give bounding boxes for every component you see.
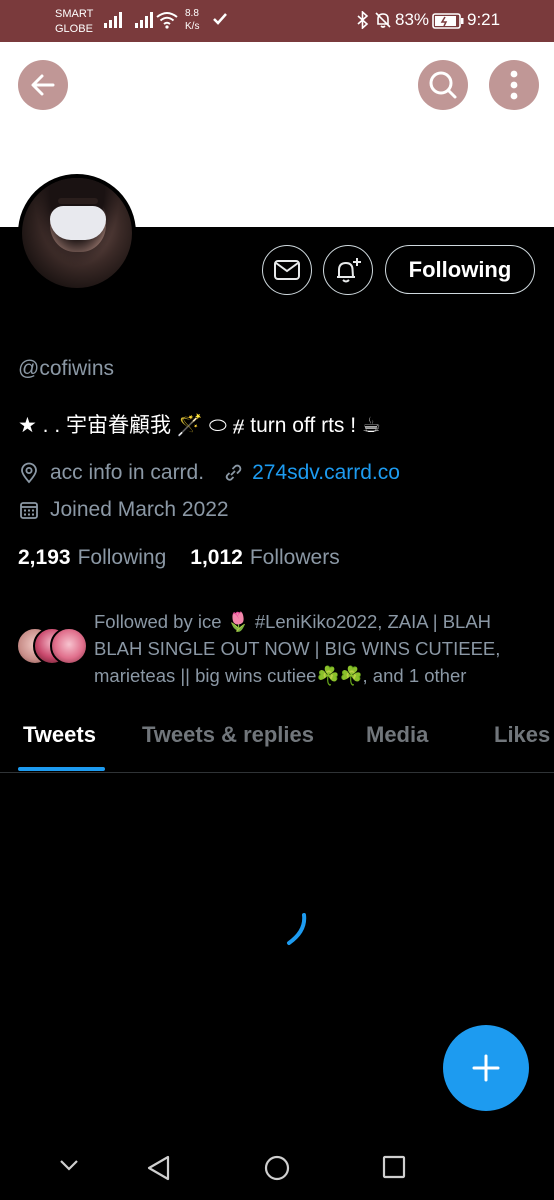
follow-stats: 2,193 Following 1,012 Followers (18, 546, 340, 570)
wifi-icon (156, 12, 178, 29)
followed-by-text: Followed by ice 🌷 #LeniKiko2022, ZAIA | … (94, 611, 501, 686)
following-stat[interactable]: 2,193 Following (18, 546, 166, 570)
location-pin-icon (18, 462, 40, 484)
plus-icon (472, 1054, 500, 1082)
tab-tweets-and-replies[interactable]: Tweets & replies (142, 722, 314, 748)
bluetooth-icon (357, 11, 369, 29)
system-navigation-bar (0, 1140, 554, 1200)
notifications-button[interactable] (323, 245, 373, 295)
profile-avatar[interactable] (18, 174, 136, 292)
carrier-label: SMART GLOBE (55, 8, 94, 35)
chevron-down-icon[interactable] (58, 1154, 80, 1176)
back-button[interactable] (18, 60, 68, 110)
avatar-photo (22, 178, 132, 288)
search-button[interactable] (418, 60, 468, 110)
loading-spinner-icon (287, 913, 307, 945)
bell-plus-icon (337, 258, 361, 283)
location-row: acc info in carrd. 274sdv.carrd.co (18, 461, 400, 485)
more-options-button[interactable] (489, 60, 539, 110)
following-label: Following (77, 546, 167, 569)
profile-website-link[interactable]: 274sdv.carrd.co (252, 461, 400, 485)
nav-back-icon[interactable] (146, 1154, 172, 1182)
nav-recent-apps-icon[interactable] (381, 1154, 407, 1180)
check-icon (213, 13, 227, 25)
cell-signal-icon (135, 12, 153, 28)
profile-tabs: Tweets Tweets & replies Media Likes (0, 712, 554, 773)
clock: 9:21 (467, 10, 501, 29)
link-icon (222, 462, 244, 484)
bell-muted-icon (375, 12, 391, 28)
calendar-icon (18, 499, 40, 521)
battery-icon (432, 13, 464, 29)
more-vertical-icon (510, 70, 518, 100)
arrow-left-icon (31, 74, 55, 96)
followers-count: 1,012 (190, 546, 243, 569)
tab-likes[interactable]: Likes (494, 722, 550, 748)
followers-stat[interactable]: 1,012 Followers (190, 546, 339, 570)
mail-icon (274, 260, 300, 280)
nav-home-icon[interactable] (263, 1154, 291, 1182)
profile-location: acc info in carrd. (50, 461, 205, 484)
profile-bio: ★ . . 宇宙眷顧我 🪄 ⬭ ⧣ turn off rts ! ☕ (18, 414, 381, 437)
joined-row: Joined March 2022 (18, 498, 229, 522)
message-button[interactable] (262, 245, 312, 295)
avatar (50, 627, 88, 665)
network-speed: 8.8 K/s (185, 8, 200, 32)
cell-signal-icon (104, 12, 122, 28)
profile-handle: @cofiwins (18, 357, 115, 380)
status-bar: SMART GLOBE 8.8 K/s 83% 9:21 (0, 0, 554, 42)
search-icon (429, 71, 457, 99)
tab-tweets[interactable]: Tweets (23, 722, 96, 748)
profile-joined-date: Joined March 2022 (50, 498, 229, 521)
active-tab-indicator (18, 767, 105, 771)
battery-percent: 83% (395, 10, 430, 29)
followed-by-avatars (16, 627, 88, 665)
followers-label: Followers (249, 546, 340, 569)
compose-tweet-button[interactable] (443, 1025, 529, 1111)
following-count: 2,193 (18, 546, 71, 569)
tab-media[interactable]: Media (366, 722, 428, 748)
following-button[interactable]: Following (385, 245, 535, 294)
